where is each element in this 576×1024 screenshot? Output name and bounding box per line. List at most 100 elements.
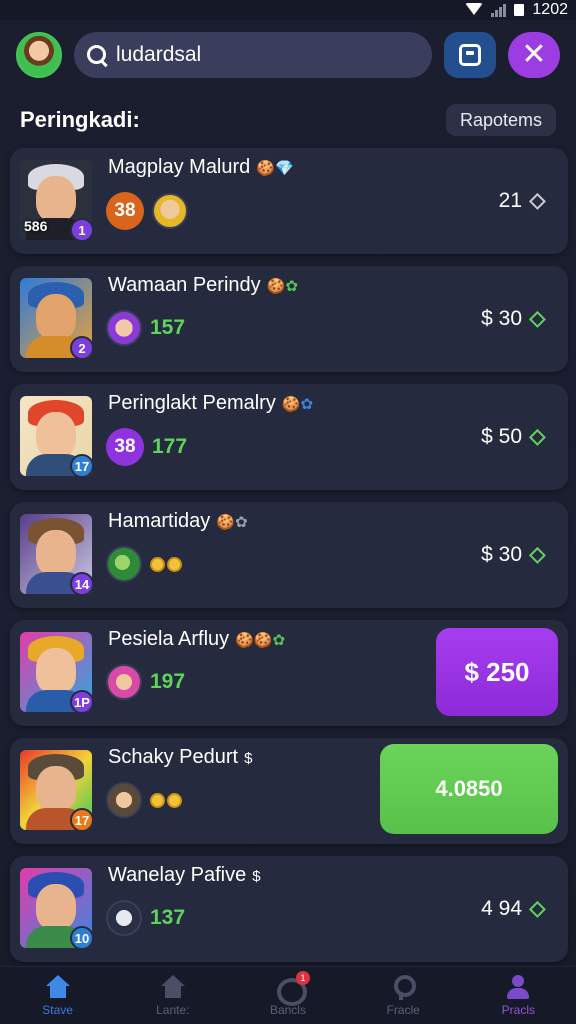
player-meta: 38 — [106, 192, 188, 230]
report-button[interactable]: Rapotems — [445, 104, 556, 136]
status-bar: 1202 — [0, 0, 576, 20]
player-meta — [106, 782, 182, 818]
player-thumbnail: 2 — [20, 278, 92, 358]
player-value: $ 30 — [481, 266, 540, 372]
score: 177 — [152, 435, 188, 458]
player-value: 21 — [499, 148, 540, 254]
reward-icons: 🍪✿ — [216, 514, 248, 531]
rank-badge: 17 — [70, 808, 92, 830]
nav-item-bancls[interactable]: 1 Bancls — [238, 971, 338, 1017]
search-value: ludardsal — [116, 43, 202, 66]
leaderboard-row[interactable]: 10 Wanelay Pafive $ 137 4 94 — [10, 856, 568, 962]
person-icon — [504, 975, 532, 999]
rank-badge: 1 — [70, 218, 92, 240]
score: 197 — [150, 670, 186, 693]
player-value: 4 94 — [481, 856, 540, 962]
level-tag: 586 — [24, 218, 48, 234]
reward-icons: 🍪💎 — [256, 160, 294, 177]
reward-icons: 🍪✿ — [281, 396, 314, 413]
player-thumbnail: 17 — [20, 396, 92, 476]
reward-icons: 🍪✿ — [266, 278, 298, 295]
player-name: Wamaan Perindy 🍪✿ — [108, 274, 298, 296]
leaderboard-row[interactable]: 1P Pesiela Arfluy 🍪🍪✿ 197 $ 250 — [10, 620, 568, 726]
player-thumbnail: 17 — [20, 750, 92, 830]
player-value: $ 30 — [481, 502, 540, 608]
friend-avatar — [106, 782, 142, 818]
player-thumbnail: 10 — [20, 868, 92, 948]
score: 157 — [150, 316, 186, 339]
home-icon — [44, 975, 72, 999]
nav-item-stave[interactable]: Stave — [8, 975, 108, 1017]
reward-icons: $ — [244, 750, 253, 767]
friend-avatar — [106, 546, 142, 582]
rank-badge: 1P — [70, 690, 92, 712]
battery-icon — [514, 4, 525, 16]
signal-icon — [491, 3, 507, 17]
leaderboard-row[interactable]: 17 Peringlakt Pemalry 🍪✿ 38 177 $ 50 — [10, 384, 568, 490]
points-badge: 38 — [106, 428, 144, 466]
friend-avatar — [152, 193, 188, 229]
status-time: 1202 — [532, 1, 568, 18]
rank-badge: 2 — [70, 336, 92, 358]
coins-icon — [150, 792, 182, 808]
nav-item-lante[interactable]: Lante: — [123, 975, 223, 1017]
close-icon: ✕ — [521, 38, 547, 71]
diamond-icon — [530, 548, 540, 562]
reward-value-button[interactable]: $ 250 — [436, 628, 558, 716]
nav-label: Stave — [42, 1003, 73, 1017]
bottom-nav: Stave Lante: 1 Bancls Fracle Pracls — [0, 966, 576, 1024]
player-meta — [106, 546, 182, 582]
player-meta: 197 — [106, 664, 185, 700]
reward-value-button[interactable]: 4.0850 — [380, 744, 558, 834]
nav-label: Fracle — [386, 1003, 420, 1017]
player-meta: 137 — [106, 900, 185, 936]
header: ludardsal ✕ — [0, 20, 576, 90]
leaderboard-row[interactable]: 586 1 Magplay Malurd 🍪💎 38 21 — [10, 148, 568, 254]
section-title: Peringkadi: — [20, 107, 140, 132]
search-icon — [86, 44, 108, 66]
player-thumbnail: 14 — [20, 514, 92, 594]
nav-label: Lante: — [156, 1003, 190, 1017]
friend-avatar — [106, 900, 142, 936]
player-thumbnail: 586 1 — [20, 160, 92, 240]
player-name: Hamartiday 🍪✿ — [108, 510, 248, 532]
player-value: $ 50 — [481, 384, 540, 490]
player-name: Peringlakt Pemalry 🍪✿ — [108, 392, 314, 414]
chat-icon — [459, 44, 481, 66]
find-icon — [389, 975, 417, 1000]
score: 137 — [150, 906, 186, 929]
notification-badge: 1 — [295, 971, 310, 985]
player-name: Wanelay Pafive $ — [108, 864, 261, 886]
player-thumbnail: 1P — [20, 632, 92, 712]
rank-badge: 17 — [70, 454, 92, 476]
nav-item-fracle[interactable]: Fracle — [353, 975, 453, 1017]
player-meta: 38 177 — [106, 428, 187, 466]
nav-label: Pracls — [501, 1003, 536, 1017]
leaderboard-row[interactable]: 14 Hamartiday 🍪✿ $ 30 — [10, 502, 568, 608]
rank-badge: 14 — [70, 572, 92, 594]
user-avatar[interactable] — [16, 32, 62, 78]
wifi-icon — [465, 3, 484, 17]
friend-avatar — [106, 310, 142, 346]
reward-icons: 🍪🍪✿ — [235, 632, 286, 649]
chat-button[interactable] — [444, 32, 496, 78]
diamond-icon — [530, 430, 540, 444]
points-badge: 38 — [106, 192, 144, 230]
section-header: Peringkadi: Rapotems — [20, 102, 556, 138]
diamond-icon — [530, 902, 540, 916]
diamond-icon — [530, 194, 540, 208]
diamond-icon — [530, 312, 540, 326]
rank-badge: 10 — [70, 926, 92, 948]
nav-item-pracls[interactable]: Pracls — [468, 975, 568, 1017]
player-name: Magplay Malurd 🍪💎 — [108, 156, 294, 178]
friend-avatar — [106, 664, 142, 700]
player-name: Pesiela Arfluy 🍪🍪✿ — [108, 628, 286, 650]
home-icon — [159, 975, 187, 999]
player-meta: 157 — [106, 310, 185, 346]
player-name: Schaky Pedurt $ — [108, 746, 253, 768]
leaderboard-row[interactable]: 17 Schaky Pedurt $ 4.0850 — [10, 738, 568, 844]
leaderboard-row[interactable]: 2 Wamaan Perindy 🍪✿ 157 $ 30 — [10, 266, 568, 372]
search-input[interactable]: ludardsal — [74, 32, 432, 78]
close-button[interactable]: ✕ — [508, 32, 560, 78]
reward-icons: $ — [252, 868, 261, 885]
